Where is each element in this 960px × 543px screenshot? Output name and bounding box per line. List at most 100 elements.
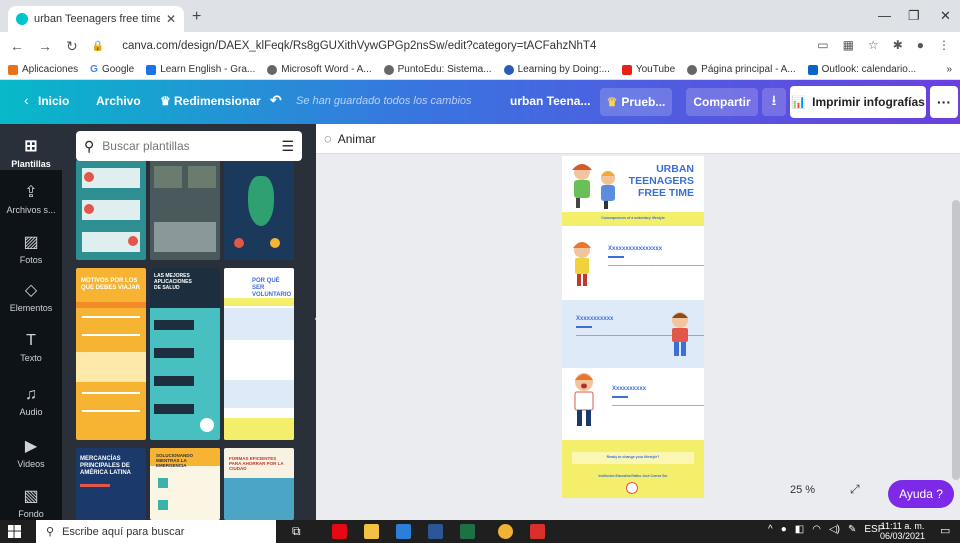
template-thumbnail[interactable] [76, 160, 146, 260]
search-input[interactable] [102, 139, 274, 153]
rail-elementos[interactable]: ◇ Elementos [0, 280, 62, 313]
boy-illustration [672, 312, 688, 356]
template-thumbnail[interactable]: POR QUÉ SER VOLUNTARIO [224, 268, 294, 440]
rail-audio[interactable]: ♫ Audio [0, 386, 62, 417]
context-toolbar: ◌ Animar [316, 124, 960, 154]
redimensionar-button[interactable]: Redimensionar [174, 94, 261, 108]
volume-icon[interactable]: ◁) [829, 524, 840, 535]
close-tab-icon[interactable]: ✕ [166, 12, 176, 26]
heading-underline [608, 256, 624, 258]
rail-archivos[interactable]: ⇪ Archivos s... [0, 182, 62, 215]
star-icon[interactable]: ☆ [868, 38, 879, 52]
footer-band: Ready to change your lifestyle? Instituc… [562, 440, 704, 498]
close-window-icon[interactable]: ✕ [940, 8, 951, 24]
pen-icon[interactable]: ✎ [848, 524, 856, 535]
notifications-icon[interactable]: ▭ [940, 524, 950, 537]
undo-icon[interactable]: ↶ [270, 92, 282, 109]
extensions-icon[interactable]: ✱ [893, 38, 903, 52]
chevron-up-icon[interactable]: ^ [768, 524, 773, 535]
inicio-button[interactable]: Inicio [38, 94, 69, 108]
canva-favicon-icon [16, 13, 28, 25]
new-tab-icon[interactable]: + [192, 8, 201, 26]
windows-taskbar: ⚲ Escribe aquí para buscar ⧉ ^ ● ◧ ◠ ◁) … [0, 520, 960, 543]
search-icon: ⚲ [46, 526, 55, 538]
logo-badge [626, 482, 638, 494]
fullscreen-icon[interactable]: ⤢ [850, 482, 860, 497]
rail-fondo[interactable]: ▧ Fondo [0, 486, 62, 519]
menu-icon[interactable]: ⋮ [938, 38, 950, 52]
template-thumbnail[interactable]: LAS MEJORES APLICACIONES DE SALUD [150, 268, 220, 440]
back-icon[interactable]: ← [10, 38, 24, 54]
download-icon[interactable]: ⭳ [762, 88, 786, 116]
bookmark-youtube[interactable]: YouTube [621, 64, 675, 75]
try-pro-button[interactable]: ♛ Prueb... [600, 88, 672, 116]
taskbar-search[interactable]: ⚲ Escribe aquí para buscar [36, 520, 276, 543]
rail-plantillas[interactable]: ⊞ Plantillas [0, 124, 62, 170]
print-infographics-button[interactable]: 📊 Imprimir infografías [790, 86, 926, 118]
bookmark-pagina[interactable]: Página principal - A... [687, 64, 796, 75]
people-icon[interactable]: ● [781, 524, 787, 535]
reload-icon[interactable]: ↻ [66, 38, 78, 55]
excel-icon[interactable] [460, 524, 475, 539]
video-icon: ▶ [24, 438, 38, 455]
filter-icon[interactable]: ☰ [281, 138, 294, 155]
help-button[interactable]: Ayuda ? [888, 480, 954, 508]
more-bookmarks-icon[interactable]: » [946, 64, 952, 75]
archivo-button[interactable]: Archivo [96, 94, 141, 108]
animate-button[interactable]: Animar [338, 132, 376, 146]
cast-icon[interactable]: ▭ [817, 38, 828, 52]
share-button[interactable]: Compartir [686, 88, 758, 116]
title-line-2: TEENAGERS [628, 175, 694, 187]
kids-illustration [572, 164, 615, 209]
template-thumbnail[interactable]: SOLUCIONANDO MIENTRAS LA EMERGENCIA [150, 448, 220, 520]
template-thumbnail[interactable]: MOTIVOS POR LOS QUE DEBES VIAJAR [76, 268, 146, 440]
bookmark-outlook[interactable]: Outlook: calendario... [807, 64, 916, 75]
qr-icon[interactable]: ▦ [843, 38, 854, 52]
rail-texto[interactable]: T Texto [0, 332, 62, 363]
infographic-canvas[interactable]: URBAN TEENAGERS FREE TIME Consequences o… [562, 156, 704, 498]
minimize-icon[interactable]: — [878, 8, 891, 23]
bookmark-learning[interactable]: Learning by Doing:... [503, 64, 610, 75]
template-thumbnail[interactable]: MERCANCÍAS PRINCIPALES DE AMÉRICA LATINA [76, 448, 146, 520]
heading-underline [612, 396, 628, 398]
restore-icon[interactable]: ❐ [908, 8, 920, 24]
chevron-left-icon[interactable]: ‹ [24, 92, 29, 108]
elements-icon: ◇ [24, 282, 38, 299]
wifi-icon[interactable]: ◠ [812, 524, 821, 535]
bookmark-google[interactable]: G Google [90, 64, 134, 75]
template-search[interactable]: ⚲ ☰ [76, 131, 302, 161]
globe-icon [267, 64, 278, 75]
more-options-icon[interactable]: ··· [930, 86, 958, 118]
clock[interactable]: 11:11 a. m. 06/03/2021 [880, 521, 926, 542]
zoom-level[interactable]: 25 % [790, 484, 815, 496]
profile-avatar[interactable]: ● [917, 38, 924, 52]
forward-icon[interactable]: → [38, 38, 52, 54]
windows-start-icon[interactable] [8, 525, 21, 538]
template-thumbnail[interactable] [150, 160, 220, 260]
crown-icon: ♛ [606, 95, 618, 109]
date: 06/03/2021 [880, 530, 926, 541]
bookmark-learn-english[interactable]: Learn English - Gra... [146, 64, 255, 75]
text-icon: T [26, 332, 36, 349]
task-view-icon[interactable]: ⧉ [292, 524, 307, 539]
template-thumbnail[interactable] [224, 160, 294, 260]
chrome-icon[interactable] [498, 524, 513, 539]
mail-icon[interactable] [396, 524, 411, 539]
network-icon[interactable]: ◧ [795, 524, 804, 535]
browser-tab[interactable]: urban Teenagers free time - Info ✕ [8, 6, 184, 32]
bookmark-puntoedu[interactable]: PuntoEdu: Sistema... [383, 64, 492, 75]
bookmark-word[interactable]: Microsoft Word - A... [267, 64, 372, 75]
rail-videos[interactable]: ▶ Videos [0, 436, 62, 469]
design-name[interactable]: urban Teena... [510, 94, 590, 108]
file-explorer-icon[interactable] [364, 524, 379, 539]
word-icon[interactable] [428, 524, 443, 539]
vertical-scrollbar[interactable] [952, 200, 960, 480]
template-thumbnail[interactable]: FORMAS EFICIENTES PARA AHORRAR POR LA CI… [224, 448, 294, 520]
acrobat-icon[interactable] [530, 524, 545, 539]
tab-title: urban Teenagers free time - Info [34, 13, 160, 25]
rail-fotos[interactable]: ▨ Fotos [0, 232, 62, 265]
bookmark-apps[interactable]: Aplicaciones [8, 64, 78, 75]
netflix-icon[interactable] [332, 524, 347, 539]
photos-icon: ▨ [23, 234, 39, 251]
url-field[interactable]: canva.com/design/DAEX_klFeqk/Rs8gGUXithV… [122, 40, 596, 52]
